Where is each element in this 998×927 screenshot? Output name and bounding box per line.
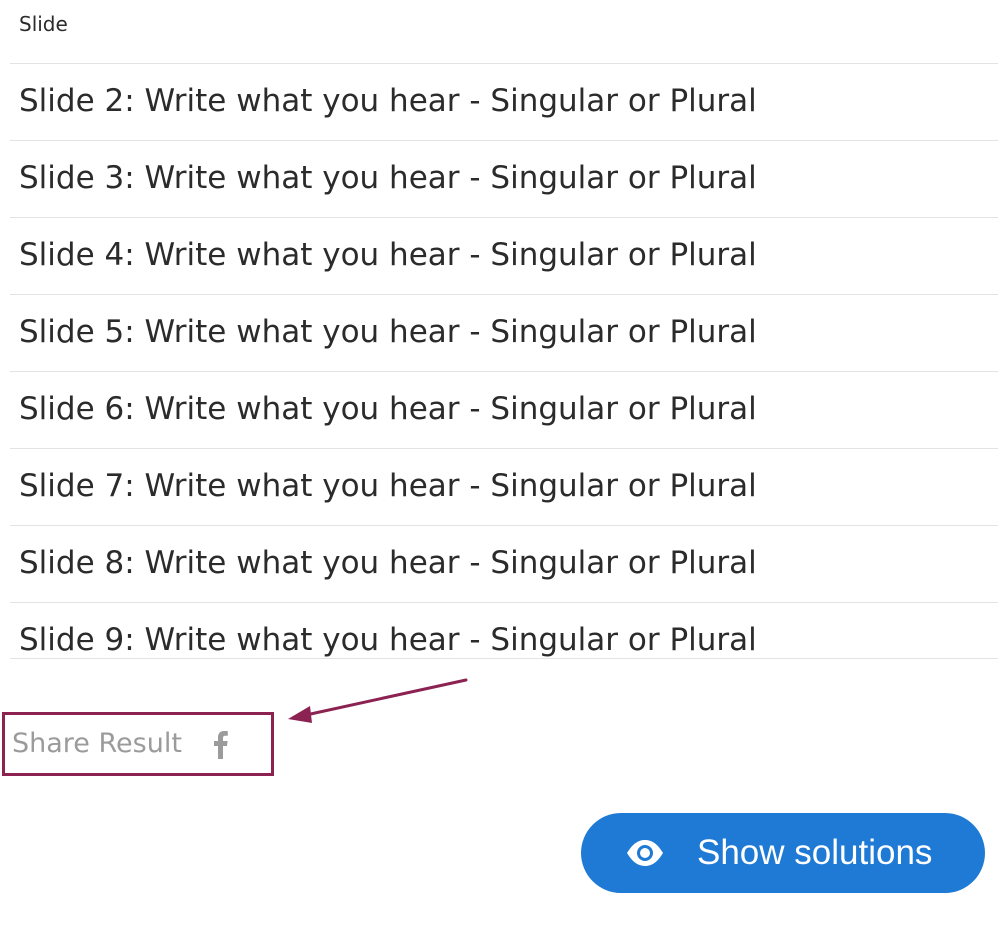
slide-row-label: Slide 3: Write what you hear - Singular … <box>19 160 757 196</box>
arrow-pointer-icon <box>288 678 468 723</box>
table-header: Slide <box>10 0 998 64</box>
slide-row-label: Slide 8: Write what you hear - Singular … <box>19 545 757 581</box>
slide-row-label: Slide 7: Write what you hear - Singular … <box>19 468 757 504</box>
slide-row-label: Slide 5: Write what you hear - Singular … <box>19 314 757 350</box>
eye-icon <box>627 840 663 866</box>
slide-row-label: Slide 6: Write what you hear - Singular … <box>19 391 757 427</box>
slide-row: Slide 3: Write what you hear - Singular … <box>10 141 998 218</box>
slide-row: Slide 8: Write what you hear - Singular … <box>10 526 998 603</box>
show-solutions-label: Show solutions <box>697 833 933 872</box>
slide-row: Slide 2: Write what you hear - Singular … <box>10 64 998 141</box>
slide-row: Slide 5: Write what you hear - Singular … <box>10 295 998 372</box>
slide-row: Slide 7: Write what you hear - Singular … <box>10 449 998 526</box>
slide-row: Slide 4: Write what you hear - Singular … <box>10 218 998 295</box>
share-result-highlight: Share Result <box>2 712 274 776</box>
slide-row: Slide 9: Write what you hear - Singular … <box>10 603 998 659</box>
slide-row-label: Slide 9: Write what you hear - Singular … <box>19 622 757 658</box>
facebook-icon[interactable] <box>210 729 230 759</box>
slide-row-label: Slide 2: Write what you hear - Singular … <box>19 83 757 119</box>
share-result-label: Share Result <box>12 728 182 759</box>
show-solutions-button[interactable]: Show solutions <box>581 813 985 893</box>
slide-list: Slide 2: Write what you hear - Singular … <box>10 64 998 659</box>
table-header-label: Slide <box>19 12 68 36</box>
slide-row: Slide 6: Write what you hear - Singular … <box>10 372 998 449</box>
slide-row-label: Slide 4: Write what you hear - Singular … <box>19 237 757 273</box>
